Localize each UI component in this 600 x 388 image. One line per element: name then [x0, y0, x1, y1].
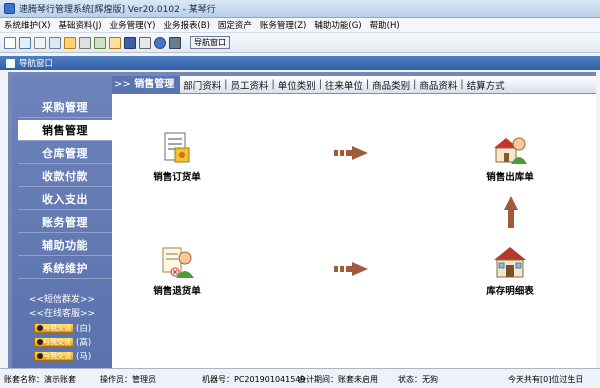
sidebar-item-income-expense[interactable]: 收入支出: [18, 189, 112, 210]
window-titlebar: 速腾琴行管理系统[辉煌版] Ver20.0102 - 某琴行: [0, 0, 600, 18]
tab-partners[interactable]: 往来单位: [322, 78, 366, 92]
save-icon[interactable]: [124, 36, 136, 49]
money-icon[interactable]: [109, 36, 121, 49]
tab-product-categories[interactable]: 商品类别: [369, 78, 413, 92]
nav-window-button[interactable]: 导航窗口: [190, 36, 230, 49]
status-account: 账套名称：演示账套: [4, 375, 76, 384]
window-icon[interactable]: [19, 36, 31, 49]
menu-basic-data[interactable]: 基础资料(J): [58, 19, 101, 31]
menu-tools[interactable]: 辅助功能(G): [314, 19, 361, 31]
sales-outbound-label: 销售出库单: [486, 172, 534, 183]
sidebar: 采购管理 销售管理 仓库管理 收款付款 收入支出 账务管理 辅助功能 系统维护 …: [12, 76, 112, 368]
menu-accounts[interactable]: 账务管理(Z): [260, 19, 306, 31]
sidebar-item-sales[interactable]: 销售管理: [18, 120, 112, 141]
nav-window-icon: [6, 58, 15, 68]
sidebar-item-system[interactable]: 系统维护: [18, 258, 112, 279]
app-icon: [4, 3, 15, 14]
qq-contact-label: (马): [76, 351, 92, 362]
qq-chat-badge[interactable]: 与我交谈: [34, 322, 74, 333]
print-icon[interactable]: [34, 36, 46, 49]
module-tabbar: >> 销售管理 部门资料 | 员工资料 | 单位类别 | 往来单位 | 商品类别 | 商品…: [112, 75, 596, 94]
sidebar-item-warehouse[interactable]: 仓库管理: [18, 143, 112, 164]
stock-detail-node[interactable]: 库存明细表: [465, 244, 555, 297]
users-icon[interactable]: [64, 36, 76, 49]
tab-unit-categories[interactable]: 单位类别: [275, 78, 319, 92]
tab-products[interactable]: 商品资料: [416, 78, 460, 92]
current-module-tab[interactable]: >> 销售管理: [112, 75, 181, 94]
menu-system[interactable]: 系统维护(X): [4, 19, 50, 31]
menu-help[interactable]: 帮助(H): [370, 19, 400, 31]
sidebar-item-tools[interactable]: 辅助功能: [18, 235, 112, 256]
window-title: 速腾琴行管理系统[辉煌版] Ver20.0102 - 某琴行: [19, 5, 216, 15]
sales-outbound-node[interactable]: 销售出库单: [465, 130, 555, 183]
qq-contact-label: (高): [76, 337, 92, 348]
report-icon[interactable]: [79, 36, 91, 49]
calc-icon[interactable]: [139, 36, 151, 49]
tab-departments[interactable]: 部门资料: [180, 78, 224, 92]
sales-return-label: 销售退货单: [153, 286, 201, 297]
menu-fixed-assets[interactable]: 固定资产: [218, 19, 252, 31]
flow-arrow-right-icon: [334, 146, 368, 163]
statusbar: 账套名称：演示账套 操作员：管理员 机器号：PC201901041549 会计期…: [0, 368, 600, 388]
qq-chat-badge[interactable]: 与我交谈: [34, 350, 74, 361]
qq-contact-label: (白): [76, 323, 92, 334]
main-panel: >> 销售管理 部门资料 | 员工资料 | 单位类别 | 往来单位 | 商品类别 | 商品…: [112, 75, 596, 368]
current-module-label: 销售管理: [134, 78, 175, 90]
list-icon[interactable]: [49, 36, 61, 49]
sales-order-icon: [159, 130, 195, 166]
toolbar: 导航窗口: [0, 33, 600, 53]
flow-arrow-up-icon: [504, 196, 518, 231]
status-notice: 今天共有[0]位过生日: [508, 375, 584, 384]
sales-outbound-icon: [492, 130, 528, 166]
inner-window-titlebar: 导航窗口: [0, 56, 600, 70]
help-icon[interactable]: [154, 36, 166, 49]
qq-contact-row[interactable]: 与我交谈 (高): [34, 336, 92, 348]
menubar: 系统维护(X) 基础资料(J) 业务管理(Y) 业务报表(B) 固定资产 账务管…: [0, 18, 600, 33]
qq-contact-row[interactable]: 与我交谈 (马): [34, 350, 92, 362]
menu-reports[interactable]: 业务报表(B): [163, 19, 209, 31]
sidebar-item-accounts[interactable]: 账务管理: [18, 212, 112, 233]
sidebar-item-purchase[interactable]: 采购管理: [18, 97, 112, 118]
online-support-link[interactable]: <<在线客服>>: [12, 306, 112, 319]
sales-return-icon: [159, 244, 195, 280]
tab-prefix: >>: [114, 78, 131, 90]
sales-order-label: 销售订货单: [153, 172, 201, 183]
stock-detail-label: 库存明细表: [486, 286, 534, 297]
new-doc-icon[interactable]: [4, 36, 16, 49]
tab-employees[interactable]: 员工资料: [227, 78, 271, 92]
flow-arrow-right-icon: [334, 262, 368, 279]
qq-chat-badge[interactable]: 与我交谈: [34, 336, 74, 347]
status-operator: 操作员：管理员: [100, 375, 156, 384]
inner-window-title: 导航窗口: [19, 59, 54, 69]
sms-broadcast-link[interactable]: <<短信群发>>: [12, 292, 112, 305]
sales-return-node[interactable]: 销售退货单: [132, 244, 222, 297]
inventory-icon[interactable]: [94, 36, 106, 49]
qq-contact-row[interactable]: 与我交谈 (白): [34, 322, 92, 334]
status-state: 状态：无狗: [398, 375, 438, 384]
exit-icon[interactable]: [169, 36, 181, 49]
tab-settlement[interactable]: 结算方式: [464, 78, 508, 92]
warehouse-icon: [492, 244, 528, 280]
status-machine: 机器号：PC201901041549: [202, 375, 306, 384]
status-period: 会计期间：账套未启用: [298, 375, 378, 384]
sidebar-item-payments[interactable]: 收款付款: [18, 166, 112, 187]
menu-business[interactable]: 业务管理(Y): [110, 19, 156, 31]
sales-order-node[interactable]: 销售订货单: [132, 130, 222, 183]
